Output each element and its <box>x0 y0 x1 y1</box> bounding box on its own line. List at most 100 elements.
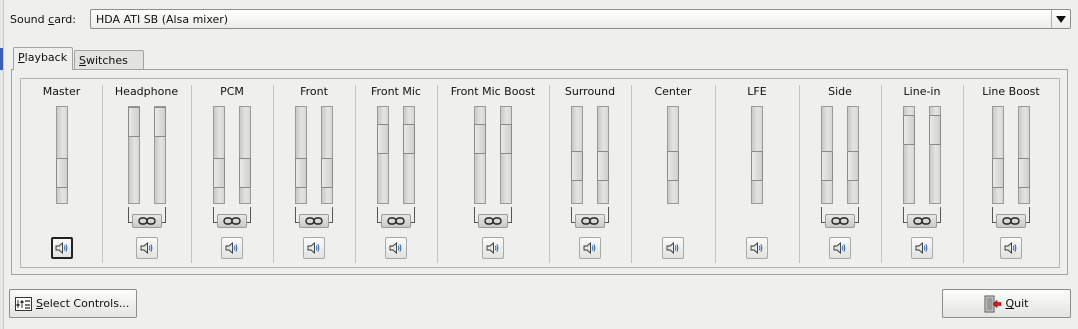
channel-lock-button[interactable] <box>575 214 605 228</box>
mono-volume-slider[interactable] <box>55 106 68 204</box>
volume-slider-thumb[interactable] <box>153 107 166 137</box>
channel-name: LFE <box>747 85 767 98</box>
right-volume-slider[interactable] <box>1018 106 1030 204</box>
volume-slider-thumb[interactable] <box>571 150 583 181</box>
left-volume-slider[interactable] <box>295 106 307 204</box>
channel-lock-button[interactable] <box>217 214 247 228</box>
volume-slider-thumb[interactable] <box>321 157 333 188</box>
select-controls-button[interactable]: Select Controls... <box>9 289 137 318</box>
right-volume-slider[interactable] <box>597 106 609 204</box>
channel-name: Center <box>654 85 692 98</box>
left-volume-slider[interactable] <box>821 106 833 204</box>
channel-name: Line Boost <box>982 85 1040 98</box>
channel-lock-button[interactable] <box>825 214 855 228</box>
volume-slider-thumb[interactable] <box>751 150 763 181</box>
right-volume-slider[interactable] <box>929 106 941 204</box>
mute-button[interactable] <box>746 237 768 259</box>
volume-slider-thumb[interactable] <box>295 157 307 188</box>
volume-slider-thumb[interactable] <box>377 123 389 154</box>
right-volume-slider[interactable] <box>239 106 251 204</box>
mixer-frame: Master Headphone PCM Front Front Mic Front Mi… <box>20 78 1060 268</box>
chain-link-icon <box>387 217 405 225</box>
left-volume-slider[interactable] <box>571 106 583 204</box>
sound-card-label: Sound card: <box>10 13 76 26</box>
volume-slider-thumb[interactable] <box>667 150 679 181</box>
tab-playback[interactable]: Playback <box>13 47 73 70</box>
volume-slider-thumb[interactable] <box>500 123 512 154</box>
volume-slider-thumb[interactable] <box>929 114 941 145</box>
volume-slider-thumb[interactable] <box>474 123 486 154</box>
left-volume-slider[interactable] <box>127 106 140 204</box>
channel-lock-button[interactable] <box>299 214 329 228</box>
speaker-icon <box>833 241 847 255</box>
mute-button[interactable] <box>579 237 601 259</box>
quit-button[interactable]: Quit <box>942 289 1071 318</box>
channel-front: Front <box>273 79 355 267</box>
sound-card-combobox[interactable]: HDA ATI SB (Alsa mixer) <box>90 9 1071 29</box>
right-volume-slider[interactable] <box>500 106 512 204</box>
channel-lock-button[interactable] <box>907 214 937 228</box>
channel-lock-button[interactable] <box>478 214 508 228</box>
volume-slider-thumb[interactable] <box>597 150 609 181</box>
channel-lfe: LFE <box>715 79 799 267</box>
channel-lock-button[interactable] <box>996 214 1026 228</box>
volume-slider-thumb[interactable] <box>239 157 251 188</box>
volume-slider-thumb[interactable] <box>847 150 859 181</box>
volume-slider-thumb[interactable] <box>55 157 68 188</box>
mute-button[interactable] <box>829 237 851 259</box>
mute-button[interactable] <box>303 237 325 259</box>
speaker-icon <box>389 241 403 255</box>
left-volume-slider[interactable] <box>474 106 486 204</box>
chain-link-icon <box>305 217 323 225</box>
mute-button[interactable] <box>385 237 407 259</box>
volume-slider-thumb[interactable] <box>821 150 833 181</box>
right-volume-slider[interactable] <box>153 106 166 204</box>
sound-card-value: HDA ATI SB (Alsa mixer) <box>96 13 229 26</box>
combobox-arrow[interactable] <box>1051 10 1070 28</box>
mute-button[interactable] <box>221 237 243 259</box>
quit-icon <box>984 295 1002 313</box>
chain-link-icon <box>831 217 849 225</box>
select-controls-label: Select Controls... <box>36 297 130 310</box>
left-volume-slider[interactable] <box>213 106 225 204</box>
mute-button[interactable] <box>482 237 504 259</box>
volume-slider-thumb[interactable] <box>1018 157 1030 188</box>
channel-name: Side <box>828 85 852 98</box>
speaker-icon <box>750 241 764 255</box>
select-controls-icon <box>15 296 32 311</box>
mute-button[interactable] <box>135 237 158 259</box>
mute-button[interactable] <box>50 237 73 259</box>
channel-name: Front Mic <box>371 85 421 98</box>
dropdown-arrow-icon <box>1056 15 1066 23</box>
volume-slider-thumb[interactable] <box>403 123 415 154</box>
mute-button[interactable] <box>911 237 933 259</box>
right-volume-slider[interactable] <box>321 106 333 204</box>
window-left-edge <box>0 0 4 329</box>
mono-volume-slider[interactable] <box>751 106 763 204</box>
channel-name: Headphone <box>114 85 179 98</box>
left-volume-slider[interactable] <box>377 106 389 204</box>
left-volume-slider[interactable] <box>992 106 1004 204</box>
right-volume-slider[interactable] <box>403 106 415 204</box>
left-volume-slider[interactable] <box>903 106 915 204</box>
speaker-icon <box>1004 241 1018 255</box>
tab-switches[interactable]: Switches <box>74 50 144 69</box>
volume-slider-thumb[interactable] <box>213 157 225 188</box>
speaker-icon <box>307 241 321 255</box>
channel-center: Center <box>631 79 715 267</box>
mono-volume-slider[interactable] <box>667 106 679 204</box>
speaker-icon <box>486 241 500 255</box>
window-edge-marker <box>0 48 3 70</box>
chain-link-icon <box>913 217 931 225</box>
right-volume-slider[interactable] <box>847 106 859 204</box>
volume-slider-thumb[interactable] <box>127 107 140 137</box>
volume-slider-thumb[interactable] <box>903 114 915 145</box>
mute-button[interactable] <box>1000 237 1022 259</box>
mute-button[interactable] <box>662 237 684 259</box>
sound-card-row: Sound card: HDA ATI SB (Alsa mixer) <box>9 9 1071 31</box>
channel-lock-button[interactable] <box>381 214 411 228</box>
channel-name: Front Mic Boost <box>450 85 536 98</box>
volume-slider-thumb[interactable] <box>992 157 1004 188</box>
channel-line-in: Line-in <box>881 79 963 267</box>
channel-lock-button[interactable] <box>131 214 162 228</box>
